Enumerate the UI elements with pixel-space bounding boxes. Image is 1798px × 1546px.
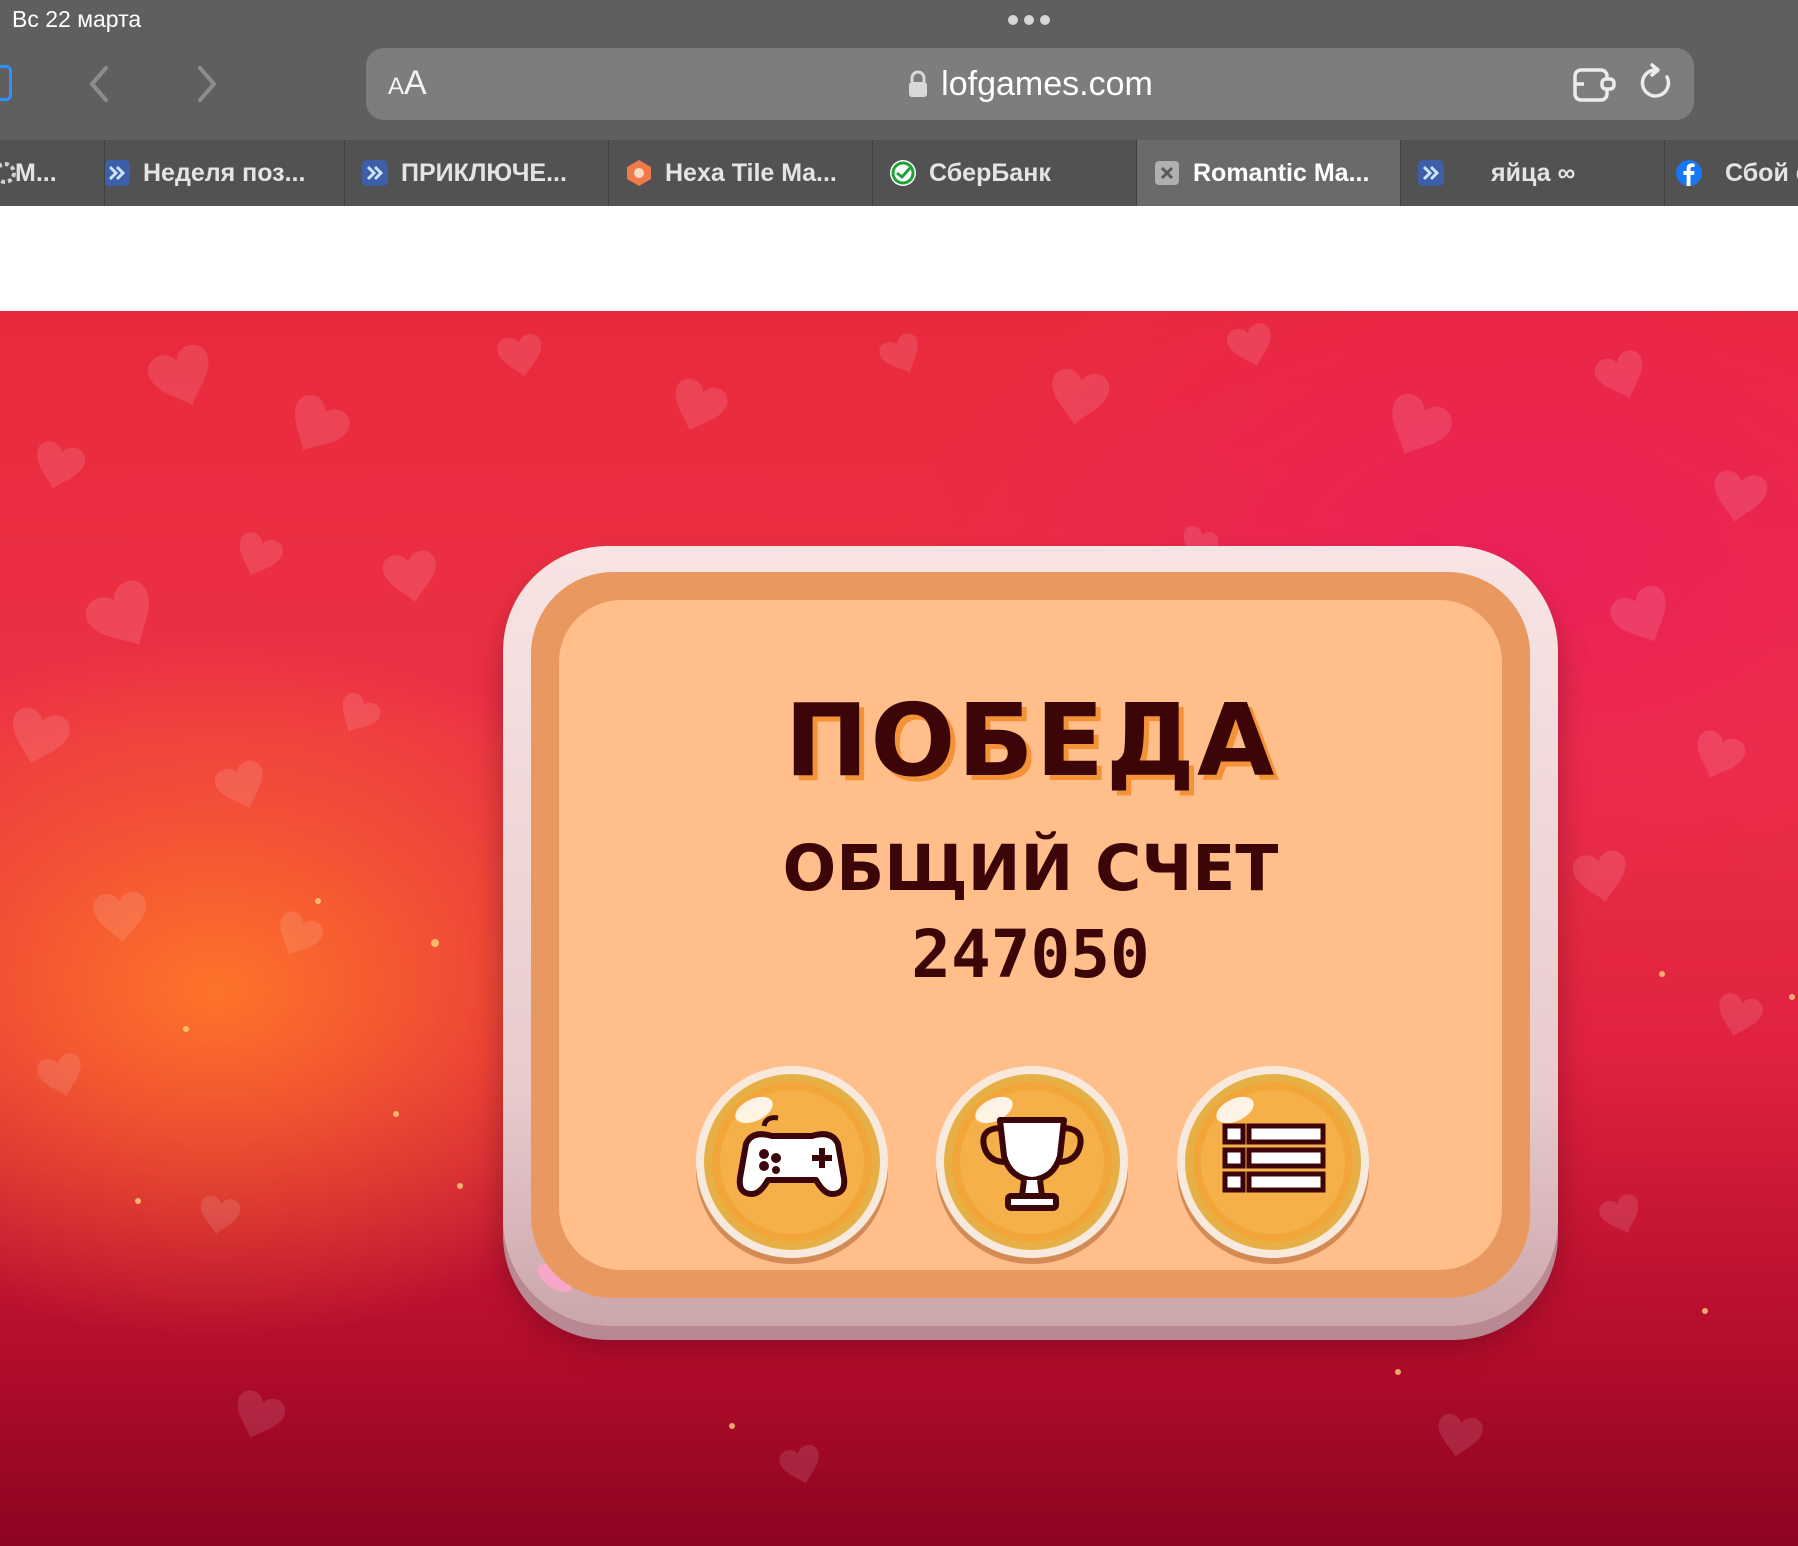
forward-arrow-icon[interactable] xyxy=(186,62,226,106)
sber-icon xyxy=(890,160,916,186)
leaderboard-button[interactable] xyxy=(934,1066,1130,1266)
blue-arrows-icon xyxy=(105,160,130,186)
back-arrow-icon[interactable] xyxy=(80,62,120,106)
levels-button[interactable] xyxy=(1175,1066,1371,1266)
more-dots-icon[interactable] xyxy=(1008,12,1052,26)
page-top-blank xyxy=(0,206,1798,311)
play-button[interactable] xyxy=(694,1066,890,1266)
victory-dialog: ПОБЕДА ОБЩИЙ СЧЕТ 247050 xyxy=(503,546,1558,1326)
tab-6-active[interactable]: Romantic Ma... xyxy=(1136,140,1400,206)
sidebar-toggle-button[interactable] xyxy=(0,65,12,101)
dialog-rim: ПОБЕДА ОБЩИЙ СЧЕТ 247050 xyxy=(531,572,1530,1298)
game-canvas[interactable]: ПОБЕДА ОБЩИЙ СЧЕТ 247050 xyxy=(0,311,1798,1546)
tab-label: яйца ∞ xyxy=(1491,159,1576,187)
total-score-label: ОБЩИЙ СЧЕТ xyxy=(782,832,1279,905)
leaderboard-button-graphic xyxy=(936,1066,1128,1264)
tab-label: СберБанк xyxy=(929,159,1051,187)
tab-5[interactable]: СберБанк xyxy=(872,140,1136,206)
play-button-graphic xyxy=(696,1066,888,1264)
tab-label: Сбой с xyxy=(1725,159,1798,187)
tab-label: М... xyxy=(15,159,57,187)
close-icon[interactable] xyxy=(1153,159,1181,187)
facebook-icon xyxy=(1676,160,1702,186)
tab-3[interactable]: ПРИКЛЮЧЕ... xyxy=(344,140,608,206)
hexagon-icon xyxy=(627,160,651,186)
tab-label: ПРИКЛЮЧЕ... xyxy=(401,159,567,187)
reload-icon[interactable] xyxy=(1636,62,1676,104)
lock-icon xyxy=(909,70,928,97)
levels-button-graphic xyxy=(1177,1066,1369,1264)
victory-title: ПОБЕДА xyxy=(784,682,1277,799)
status-bar-date: Вс 22 марта xyxy=(12,6,142,32)
tab-label: Hexa Tile Ma... xyxy=(665,159,837,187)
tab-4[interactable]: Hexa Tile Ma... xyxy=(608,140,872,206)
tab-bar: М... Неделя поз... ПРИКЛЮЧЕ... Hexa Tile… xyxy=(0,140,1798,206)
total-score-value: 247050 xyxy=(911,916,1150,993)
dialog-panel: ПОБЕДА ОБЩИЙ СЧЕТ 247050 xyxy=(559,600,1502,1270)
tab-1[interactable]: М... xyxy=(0,140,104,206)
extensions-icon[interactable] xyxy=(1572,62,1618,106)
url-text: lofgames.com xyxy=(941,64,1153,103)
address-bar[interactable]: AA lofgames.com xyxy=(366,48,1694,120)
tab-label: Romantic Ma... xyxy=(1193,159,1370,187)
tab-8[interactable]: Сбой с xyxy=(1664,140,1798,206)
browser-toolbar: Вс 22 марта AA lofgames.com М... Неделя … xyxy=(0,0,1798,206)
tab-2[interactable]: Неделя поз... xyxy=(104,140,344,206)
blue-arrows-icon xyxy=(362,160,388,186)
tab-label: Неделя поз... xyxy=(143,159,306,187)
url-container[interactable]: lofgames.com xyxy=(366,48,1694,120)
blue-arrows-icon xyxy=(1418,160,1444,186)
tab-7[interactable]: яйца ∞ xyxy=(1400,140,1664,206)
list-icon xyxy=(1222,1123,1326,1193)
